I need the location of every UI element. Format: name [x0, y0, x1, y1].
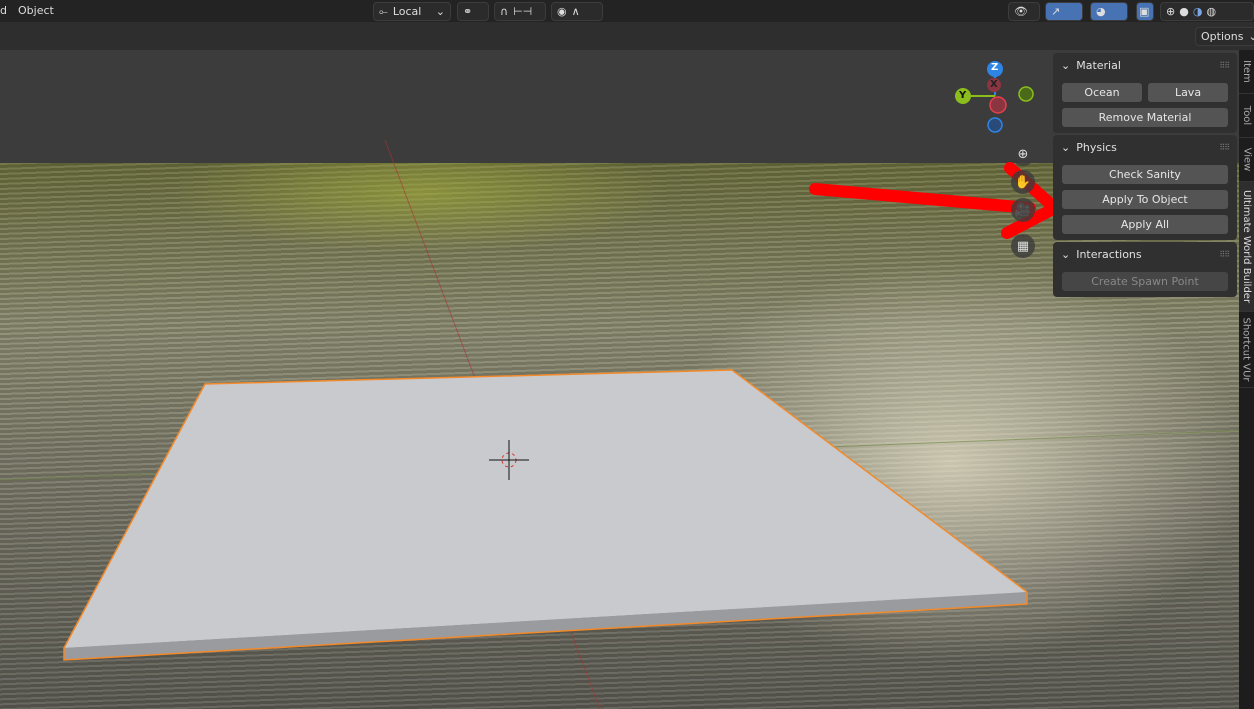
remove-material-button[interactable]: Remove Material	[1062, 108, 1228, 127]
shading-modes[interactable]: ⊕ ● ◑ ◍	[1160, 2, 1254, 21]
drag-grip-icon[interactable]: ⠿⠿	[1219, 143, 1230, 152]
navigation-gizmo[interactable]: Z Y X	[950, 58, 1040, 143]
drag-grip-icon[interactable]: ⠿⠿	[1219, 61, 1230, 70]
xray-icon: ▣	[1139, 5, 1150, 18]
proportional-edit-icon: ◉	[557, 5, 567, 18]
tab-tool[interactable]: Tool	[1239, 94, 1254, 138]
panel-title: Physics	[1076, 140, 1117, 154]
xray-toggle[interactable]: ▣	[1136, 2, 1154, 21]
chevron-down-icon: ⌄	[1061, 58, 1071, 72]
pivot-dropdown[interactable]: ⚭	[457, 2, 489, 21]
solid-shading-icon[interactable]: ●	[1179, 5, 1189, 18]
wireframe-shading-icon[interactable]: ⊕	[1166, 5, 1175, 18]
gizmo-y-label: Y	[959, 90, 967, 101]
rendered-shading-icon[interactable]: ◍	[1206, 5, 1216, 18]
tab-shortcut-vur[interactable]: Shortcut VUr	[1239, 312, 1254, 388]
ocean-button[interactable]: Ocean	[1062, 83, 1142, 102]
tab-ultimate-world-builder[interactable]: Ultimate World Builder	[1239, 182, 1254, 312]
sidebar-tabs: Item Tool View Ultimate World Builder Sh…	[1239, 50, 1254, 709]
material-shading-icon[interactable]: ◑	[1193, 5, 1203, 18]
physics-panel-header[interactable]: ⌄ Physics ⠿⠿	[1053, 135, 1237, 159]
physics-panel: ⌄ Physics ⠿⠿ Check Sanity Apply To Object …	[1053, 135, 1237, 240]
menu-item-partial[interactable]: d	[0, 4, 7, 17]
visibility-dropdown[interactable]: 👁	[1008, 2, 1040, 21]
transform-orientation-icon: ⟜	[379, 4, 388, 18]
sidebar-n-panel: ⌄ Material ⠿⠿ Ocean Lava Remove Material ⌄ P…	[1053, 53, 1237, 299]
drag-grip-icon[interactable]: ⠿⠿	[1219, 250, 1230, 259]
create-spawn-point-button[interactable]: Create Spawn Point	[1062, 272, 1228, 291]
panel-title: Interactions	[1076, 247, 1142, 261]
chevron-down-icon: ⌄	[1248, 30, 1254, 43]
top-header: d Object ⟜ Local ⌄ ⚭ ∩ ⊢⊣ ◉ ∧ 👁 ↗ ◕ ▣ ⊕ ● …	[0, 0, 1254, 22]
viewport-header: Options ⌄	[0, 22, 1254, 50]
overlay-toggle[interactable]: ◕	[1090, 2, 1128, 21]
lava-button[interactable]: Lava	[1148, 83, 1228, 102]
interactions-panel-header[interactable]: ⌄ Interactions ⠿⠿	[1053, 242, 1237, 266]
zoom-icon[interactable]: ⊕	[1011, 142, 1035, 166]
falloff-curve-icon: ∧	[571, 5, 580, 18]
annotation-arrow-shaft	[809, 183, 1036, 214]
options-dropdown[interactable]: Options ⌄	[1195, 27, 1254, 46]
overlay-icon: ◕	[1096, 5, 1106, 18]
chevron-down-icon: ⌄	[1061, 247, 1071, 261]
chevron-down-icon: ⌄	[435, 5, 445, 18]
gizmo-icon: ↗	[1051, 5, 1061, 18]
gizmo-x-label: X	[990, 79, 998, 90]
check-sanity-button[interactable]: Check Sanity	[1062, 165, 1228, 184]
snap-magnet-icon: ∩	[500, 5, 509, 18]
proportional-edit[interactable]: ◉ ∧	[551, 2, 603, 21]
perspective-grid-icon[interactable]: ▦	[1011, 234, 1035, 258]
pan-icon[interactable]: ✋	[1011, 170, 1035, 194]
visibility-icon: 👁	[1014, 5, 1028, 18]
snap-dropdown[interactable]: ∩ ⊢⊣	[494, 2, 546, 21]
orientation-value: Local	[392, 5, 422, 18]
menu-object[interactable]: Object	[18, 4, 54, 17]
chevron-down-icon: ⌄	[1061, 140, 1071, 154]
pivot-icon: ⚭	[463, 5, 473, 18]
transform-orientation-dropdown[interactable]: ⟜ Local ⌄	[373, 2, 451, 21]
gizmo-toggle[interactable]: ↗	[1045, 2, 1083, 21]
apply-all-button[interactable]: Apply All	[1062, 215, 1228, 234]
material-panel-header[interactable]: ⌄ Material ⠿⠿	[1053, 53, 1237, 77]
options-label: Options	[1201, 30, 1244, 43]
snap-increment-icon: ⊢⊣	[513, 5, 533, 18]
camera-view-icon[interactable]: 🎥	[1011, 198, 1035, 222]
apply-to-object-button[interactable]: Apply To Object	[1062, 190, 1228, 209]
material-panel: ⌄ Material ⠿⠿ Ocean Lava Remove Material	[1053, 53, 1237, 133]
tab-view[interactable]: View	[1239, 138, 1254, 182]
panel-title: Material	[1076, 58, 1121, 72]
gizmo-z-label: Z	[991, 62, 999, 73]
tab-item[interactable]: Item	[1239, 50, 1254, 94]
interactions-panel: ⌄ Interactions ⠿⠿ Create Spawn Point	[1053, 242, 1237, 297]
